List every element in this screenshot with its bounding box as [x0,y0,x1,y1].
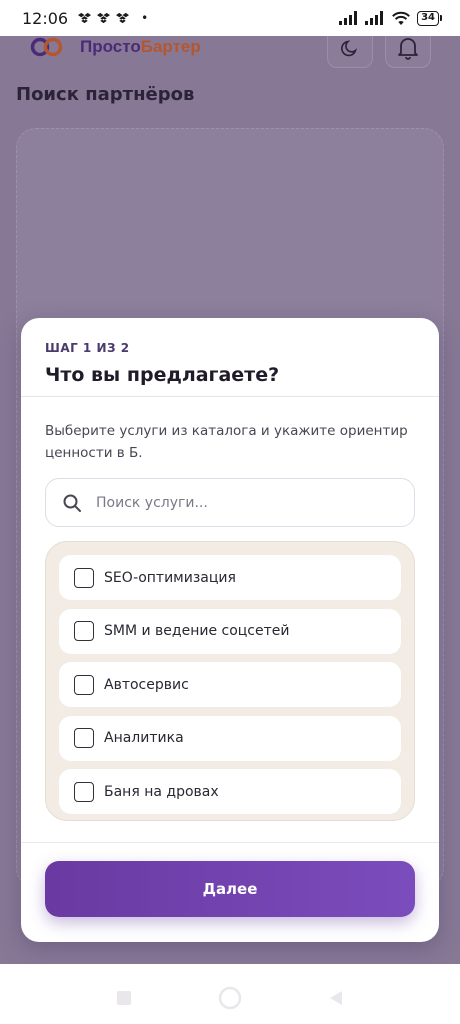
dropbox-icon [116,12,130,23]
signal-icon [339,11,358,25]
checkbox[interactable] [74,728,94,748]
back-icon [330,991,342,1005]
search-input[interactable] [96,494,396,511]
service-label: Баня на дровах [104,783,219,800]
battery-icon: 34 [417,10,442,26]
divider [21,396,439,397]
service-item-smm[interactable]: SMM и ведение соцсетей [59,608,401,654]
divider [21,842,439,843]
app-header: ПростоБартер [0,36,460,74]
back-button[interactable] [324,986,348,1010]
checkbox[interactable] [74,781,94,802]
service-label: SMM и ведение соцсетей [104,623,290,639]
step-indicator: ШАГ 1 ИЗ 2 [45,341,130,355]
checkbox[interactable] [74,674,94,695]
service-item-sauna[interactable]: Баня на дровах [59,769,401,814]
battery-level: 34 [417,10,439,26]
service-item-analytics[interactable]: Аналитика [59,715,401,761]
brand-name-part1: Просто [80,37,141,56]
service-search[interactable] [45,478,415,527]
status-time: 12:06 [22,8,69,28]
brand-name: ПростоБартер [80,37,201,57]
home-button[interactable] [218,986,242,1010]
home-icon [218,986,242,1010]
logo[interactable]: ПростоБартер [30,36,201,58]
recent-apps-button[interactable] [112,986,136,1010]
checkbox[interactable] [74,567,94,588]
brand-name-part2: Бартер [140,37,201,56]
service-label: Автосервис [104,676,189,693]
offer-modal: ШАГ 1 ИЗ 2 Что вы предлагаете? Выберите … [21,318,439,942]
status-bar: 12:06 • 34 [0,0,460,36]
navigation-bar [0,964,460,1024]
status-dot: • [141,11,149,25]
service-list[interactable]: SEO-оптимизация SMM и ведение соцсетей А… [45,541,415,821]
logo-icon [30,37,63,57]
page-title: Поиск партнёров [16,84,195,105]
recent-apps-icon [117,991,131,1005]
checkbox[interactable] [74,621,94,641]
search-icon [63,494,81,512]
service-item-seo[interactable]: SEO-оптимизация [59,555,401,600]
signal-icon [365,11,384,25]
notifications-button[interactable] [385,36,431,68]
wifi-icon [392,11,410,25]
service-label: Аналитика [104,730,184,746]
service-item-autoservice[interactable]: Автосервис [59,662,401,707]
service-label: SEO-оптимизация [104,569,236,586]
theme-toggle-button[interactable] [327,36,373,68]
modal-title: Что вы предлагаете? [45,364,280,386]
modal-description: Выберите услуги из каталога и укажите ор… [45,423,408,461]
dropbox-icon [97,12,111,23]
next-button[interactable]: Далее [45,861,415,917]
dropbox-icon [78,12,92,23]
bell-icon [398,38,418,60]
moon-icon [341,40,358,57]
